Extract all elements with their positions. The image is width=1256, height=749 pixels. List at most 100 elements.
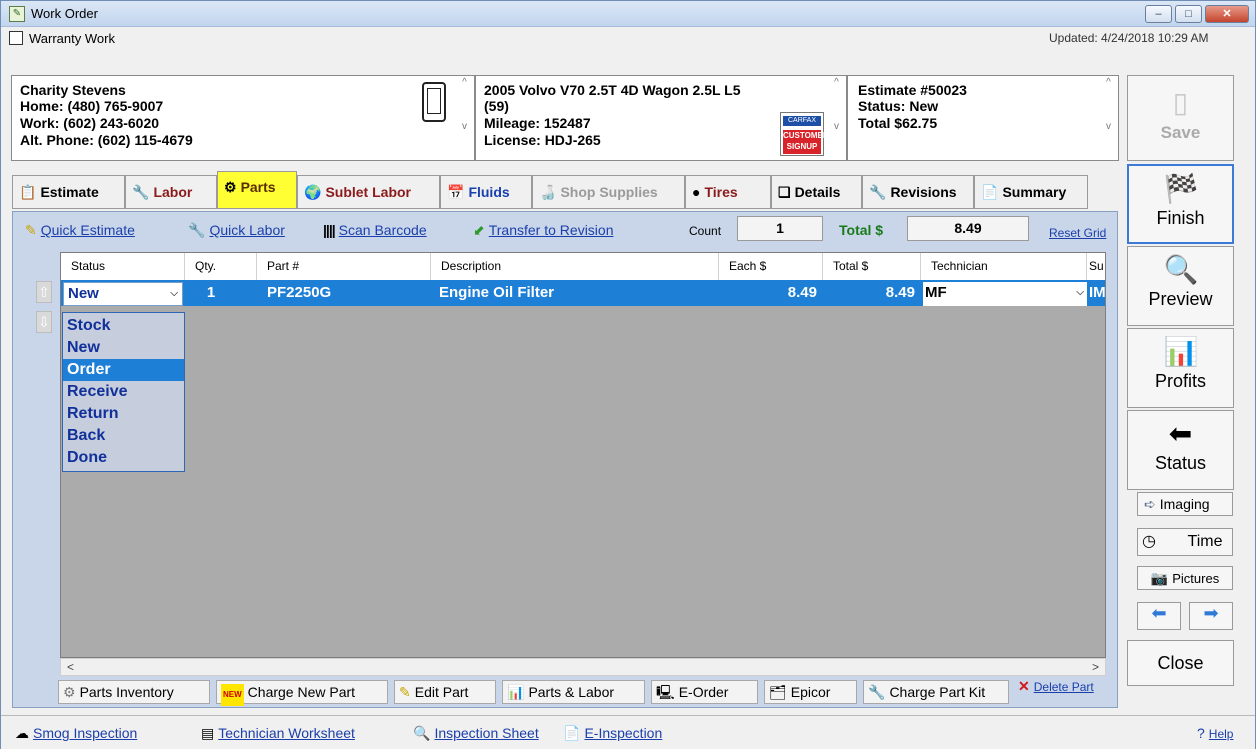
inspection-sheet-link[interactable]: 🔍 Inspection Sheet — [413, 725, 539, 742]
status-select[interactable]: New ⌵ — [63, 282, 183, 306]
column-header-technician[interactable]: Technician — [921, 253, 1087, 280]
parts-inventory-button[interactable]: ⚙ Parts Inventory — [58, 680, 210, 704]
help-label: Help — [1208, 727, 1234, 741]
quick-labor-link[interactable]: 🔧 Quick Labor — [188, 222, 285, 239]
tab-summary[interactable]: 📄 Summary — [974, 175, 1088, 209]
vehicle-description[interactable]: 2005 Volvo V70 2.5T 4D Wagon 2.5L L5 — [484, 82, 741, 98]
quick-estimate-link[interactable]: ✎ Quick Estimate — [25, 222, 135, 239]
gear-icon: ⚙ — [224, 179, 237, 195]
charge-part-kit-button[interactable]: 🔧 Charge Part Kit — [863, 680, 1009, 704]
technician-worksheet-link[interactable]: ▤ Technician Worksheet — [201, 725, 355, 742]
tab-shop-supplies[interactable]: 🍶 Shop Supplies — [532, 175, 685, 209]
finish-button[interactable]: 🏁 Finish — [1127, 164, 1234, 244]
close-window-button[interactable]: ✕ — [1205, 5, 1249, 23]
close-button[interactable]: Close — [1127, 640, 1234, 686]
customer-work-phone: Work: (602) 243-6020 — [20, 115, 160, 131]
maximize-button[interactable]: □ — [1175, 5, 1202, 23]
vehicle-engine-code: (59) — [484, 98, 509, 114]
column-header-su[interactable]: Su — [1087, 253, 1105, 280]
arrow-left-icon: ⬅ — [1151, 603, 1167, 623]
epicor-button[interactable]: 🗂 Epicor — [764, 680, 857, 704]
column-header-each[interactable]: Each $ — [719, 253, 823, 280]
document-icon: 📄 — [563, 725, 581, 741]
column-header-qty[interactable]: Qty. — [185, 253, 257, 280]
grid-horizontal-scrollbar[interactable]: < > — [60, 658, 1106, 676]
clock-icon: ◷ — [1142, 533, 1156, 550]
status-option-stock[interactable]: Stock — [63, 315, 184, 337]
details-icon: ❑ — [778, 184, 791, 200]
status-option-back[interactable]: Back — [63, 425, 184, 447]
status-option-order[interactable]: Order — [63, 359, 184, 381]
qty-cell[interactable]: 1 — [191, 280, 231, 306]
save-button[interactable]: ▯ Save — [1127, 75, 1234, 161]
estimate-number: Estimate #50023 — [858, 82, 967, 98]
su-cell[interactable]: IM — [1089, 280, 1106, 306]
vehicle-mileage: Mileage: 152487 — [484, 115, 591, 131]
gear-icon: ⚙ — [63, 684, 76, 700]
scroll-right-icon[interactable]: > — [1092, 660, 1099, 674]
scan-barcode-link[interactable]: |||| Scan Barcode — [323, 222, 427, 238]
time-button[interactable]: ◷ Time — [1137, 528, 1233, 556]
pencil-icon: ✎ — [25, 222, 37, 238]
estimate-panel: Estimate #50023 Status: New Total $62.75… — [847, 75, 1119, 161]
parts-and-labor-button[interactable]: 📊 Parts & Labor — [502, 680, 645, 704]
scroll-left-icon[interactable]: < — [67, 660, 74, 674]
column-header-description[interactable]: Description — [431, 253, 719, 280]
column-header-part-number[interactable]: Part # — [257, 253, 431, 280]
pictures-button[interactable]: 📷 Pictures — [1137, 566, 1233, 590]
status-option-return[interactable]: Return — [63, 403, 184, 425]
epicor-label: Epicor — [790, 684, 831, 700]
column-header-status[interactable]: Status — [61, 253, 185, 280]
reset-grid-link[interactable]: Reset Grid — [1049, 226, 1106, 240]
previous-arrow-button[interactable]: ⬅ — [1137, 602, 1181, 630]
profits-button[interactable]: 📊 Profits — [1127, 328, 1234, 408]
customer-scrollbar[interactable]: ^ v — [456, 77, 473, 159]
e-order-button[interactable]: 🖳 E-Order — [651, 680, 758, 704]
e-inspection-link[interactable]: 📄 E-Inspection — [563, 725, 662, 742]
transfer-revision-link[interactable]: ⬋ Transfer to Revision — [473, 222, 613, 239]
move-up-icon[interactable]: ⇧ — [36, 281, 52, 303]
vehicle-license: License: HDJ-265 — [484, 132, 601, 148]
smog-inspection-label: Smog Inspection — [33, 725, 138, 741]
description-cell[interactable]: Engine Oil Filter — [439, 280, 709, 306]
green-arrow-icon: ⬋ — [473, 222, 485, 238]
imaging-button[interactable]: ➪ Imaging — [1137, 492, 1233, 516]
tab-tires[interactable]: ● Tires — [685, 175, 771, 209]
technician-select[interactable]: MF ⌵ — [923, 282, 1087, 306]
table-row[interactable]: New ⌵ 1 PF2250G Engine Oil Filter 8.49 8… — [61, 280, 1106, 306]
tab-sublet-labor[interactable]: 🌍 Sublet Labor — [297, 175, 440, 209]
smog-inspection-link[interactable]: ☁ Smog Inspection — [15, 725, 137, 742]
part-number-cell[interactable]: PF2250G — [267, 280, 427, 306]
next-arrow-button[interactable]: ➡ — [1189, 602, 1233, 630]
tab-estimate[interactable]: 📋 Estimate — [12, 175, 125, 209]
status-option-done[interactable]: Done — [63, 447, 184, 469]
tab-details[interactable]: ❑ Details — [771, 175, 862, 209]
move-down-icon[interactable]: ⇩ — [36, 311, 52, 333]
tab-fluids[interactable]: 📅 Fluids — [440, 175, 532, 209]
tab-labor[interactable]: 🔧 Labor — [125, 175, 217, 209]
status-option-receive[interactable]: Receive — [63, 381, 184, 403]
tab-parts[interactable]: ⚙ Parts — [217, 171, 297, 209]
delete-part-link[interactable]: ✕ Delete Part — [1018, 678, 1094, 695]
charge-new-part-button[interactable]: NEW Charge New Part — [216, 680, 388, 706]
minimize-button[interactable]: – — [1145, 5, 1172, 23]
work-order-window: ✎ Work Order – □ ✕ Warranty Work Updated… — [0, 0, 1256, 749]
parts-and-labor-label: Parts & Labor — [528, 684, 615, 700]
total-price-cell[interactable]: 8.49 — [825, 280, 915, 306]
status-button[interactable]: ⬅ Status — [1127, 410, 1234, 490]
column-header-total[interactable]: Total $ — [823, 253, 921, 280]
preview-button[interactable]: 🔍 Preview — [1127, 246, 1234, 326]
estimate-scrollbar[interactable]: ^ v — [1100, 77, 1117, 159]
warranty-checkbox[interactable] — [9, 31, 23, 45]
barcode-icon: |||| — [323, 222, 336, 238]
status-option-new[interactable]: New — [63, 337, 184, 359]
each-price-cell[interactable]: 8.49 — [723, 280, 817, 306]
edit-part-button[interactable]: ✎ Edit Part — [394, 680, 496, 704]
mobile-phone-icon[interactable] — [422, 82, 446, 122]
customer-name[interactable]: Charity Stevens — [20, 82, 126, 98]
scan-barcode-label: Scan Barcode — [338, 222, 427, 238]
help-link[interactable]: ? Help — [1197, 725, 1233, 741]
vehicle-scrollbar[interactable]: ^ v — [828, 77, 845, 159]
tab-revisions[interactable]: 🔧 Revisions — [862, 175, 974, 209]
carfax-signup-badge[interactable]: CARFAX CUSTOMER SIGNUP — [780, 112, 829, 156]
